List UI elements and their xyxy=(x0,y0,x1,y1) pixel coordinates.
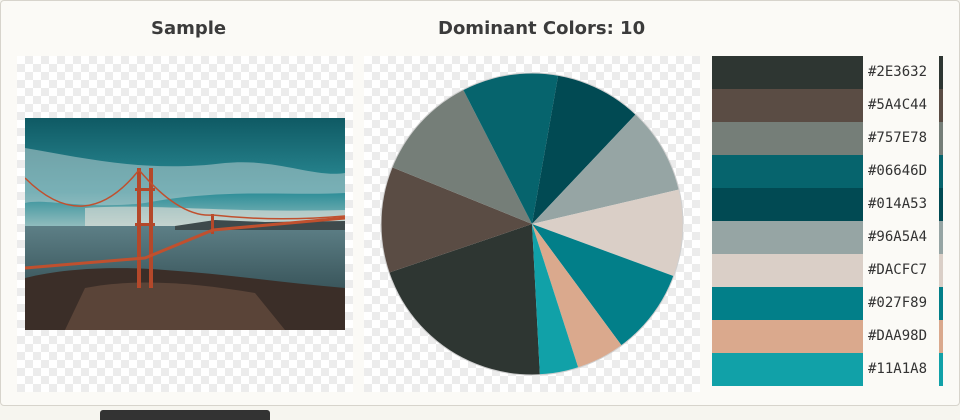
pie-chart-panel xyxy=(364,56,700,392)
color-swatch xyxy=(712,89,863,122)
color-swatch-row[interactable]: #014A53 xyxy=(712,188,944,221)
color-swatch xyxy=(712,188,863,221)
dominant-colors-pie xyxy=(380,72,684,376)
color-swatch-row[interactable]: #96A5A4 xyxy=(712,221,944,254)
color-swatch-edge xyxy=(939,122,943,155)
color-swatch-edge xyxy=(939,188,943,221)
sample-heading: Sample xyxy=(151,18,227,39)
color-swatch-edge xyxy=(939,287,943,320)
color-swatch-row[interactable]: #5A4C44 xyxy=(712,89,944,122)
color-swatch xyxy=(712,254,863,287)
color-swatch-row[interactable]: #06646D xyxy=(712,155,944,188)
color-hex-label: #027F89 xyxy=(868,295,928,311)
color-swatch xyxy=(712,56,863,89)
color-swatch xyxy=(712,287,863,320)
color-swatch-row[interactable]: #2E3632 xyxy=(712,56,944,89)
color-hex-label: #5A4C44 xyxy=(868,97,928,113)
color-swatch-edge xyxy=(939,56,943,89)
color-swatch-row[interactable]: #027F89 xyxy=(712,287,944,320)
color-swatch-edge xyxy=(939,89,943,122)
color-swatch-edge xyxy=(939,155,943,188)
sample-image xyxy=(25,118,345,330)
color-swatch-row[interactable]: #11A1A8 xyxy=(712,353,944,386)
color-hex-label: #2E3632 xyxy=(868,64,928,80)
color-swatch-list: #2E3632 #5A4C44 #757E78 #06646D #014A53 #96A5… xyxy=(712,56,944,386)
sample-image-panel xyxy=(17,56,353,392)
color-hex-label: #DACFC7 xyxy=(868,262,928,278)
color-swatch xyxy=(712,155,863,188)
color-hex-label: #DAA98D xyxy=(868,328,928,344)
color-swatch-edge xyxy=(939,254,943,287)
color-swatch xyxy=(712,353,863,386)
color-hex-label: #96A5A4 xyxy=(868,229,928,245)
action-button[interactable] xyxy=(100,410,270,420)
color-swatch-row[interactable]: #757E78 xyxy=(712,122,944,155)
color-swatch-edge xyxy=(939,353,943,386)
color-hex-label: #014A53 xyxy=(868,196,928,212)
color-swatch-edge xyxy=(939,320,943,353)
color-swatch xyxy=(712,122,863,155)
color-swatch-edge xyxy=(939,221,943,254)
color-hex-label: #06646D xyxy=(868,163,928,179)
color-hex-label: #11A1A8 xyxy=(868,361,928,377)
color-swatch-row[interactable]: #DACFC7 xyxy=(712,254,944,287)
dominant-colors-heading: Dominant Colors: 10 xyxy=(438,18,646,39)
color-hex-label: #757E78 xyxy=(868,130,928,146)
color-swatch xyxy=(712,320,863,353)
color-swatch-row[interactable]: #DAA98D xyxy=(712,320,944,353)
color-swatch xyxy=(712,221,863,254)
